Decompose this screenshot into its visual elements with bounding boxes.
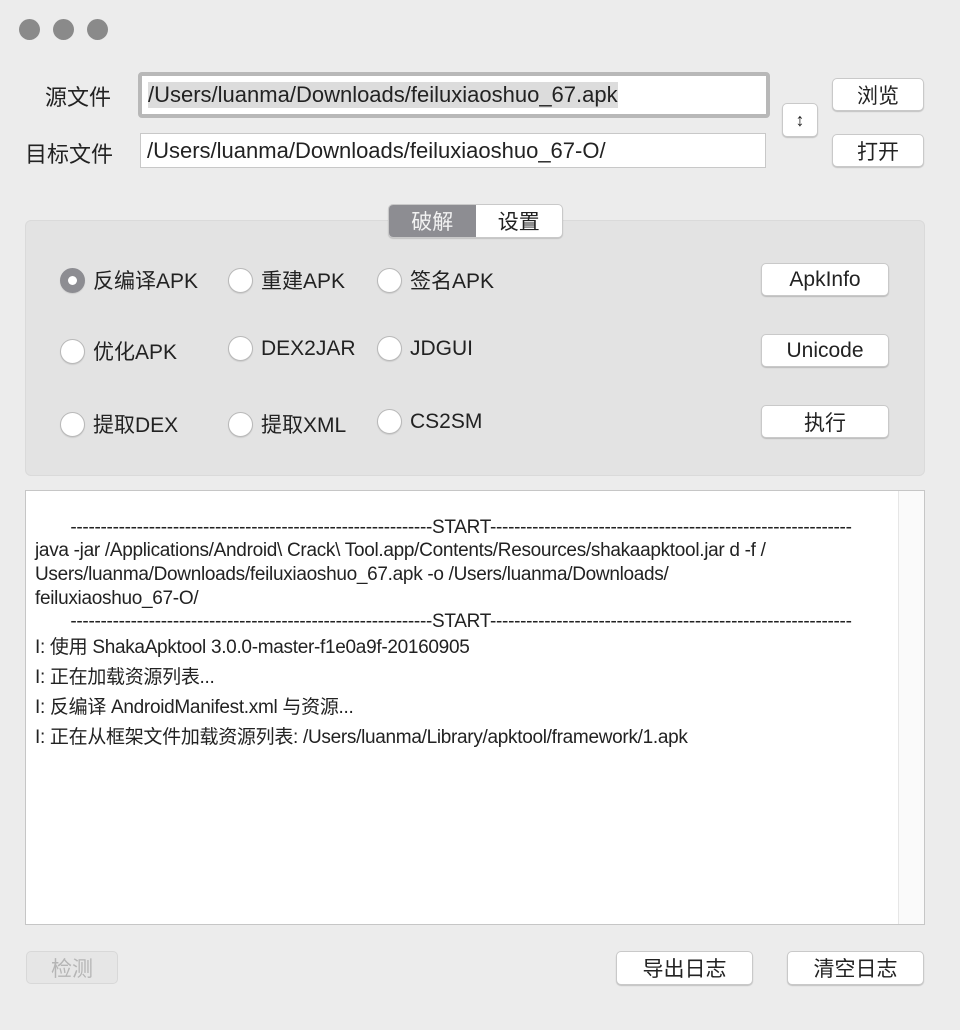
radio-icon (60, 338, 85, 364)
swap-button[interactable]: ↕ (782, 103, 818, 137)
source-input[interactable]: /Users/luanma/Downloads/feiluxiaoshuo_67… (138, 72, 770, 118)
minimize-button[interactable] (53, 19, 74, 40)
radio-icon (228, 336, 253, 361)
browse-button[interactable]: 浏览 (832, 78, 924, 111)
radio-icon (60, 267, 85, 293)
radio-sign[interactable]: 签名APK (377, 265, 494, 295)
radio-label: 提取DEX (93, 414, 179, 437)
radio-label: 优化APK (93, 341, 178, 364)
tab-settings[interactable]: 设置 (476, 205, 563, 237)
radio-icon (377, 409, 402, 434)
radio-icon (60, 411, 85, 437)
log-line: feiluxiaoshuo_67-O/ (35, 588, 199, 609)
target-value: /Users/luanma/Downloads/feiluxiaoshuo_67… (147, 137, 606, 163)
radio-jdgui[interactable]: JDGUI (377, 336, 473, 361)
radio-label: CS2SM (410, 409, 483, 433)
log-line: Users/luanma/Downloads/feiluxiaoshuo_67.… (35, 564, 669, 585)
target-label: 目标文件 (25, 142, 114, 167)
check-button[interactable]: 检测 (26, 951, 118, 984)
log-line: I: 反编译 AndroidManifest.xml 与资源... (35, 697, 354, 718)
log-line: I: 使用 ShakaApktool 3.0.0-master-f1e0a9f-… (35, 637, 470, 658)
radio-cs2sm[interactable]: CS2SM (377, 409, 482, 434)
close-button[interactable] (19, 19, 40, 40)
log-line: I: 正在加载资源列表... (35, 667, 215, 688)
radio-label: 签名APK (410, 270, 495, 293)
radio-label: DEX2JAR (261, 336, 356, 360)
radio-extract-dex[interactable]: 提取DEX (60, 409, 178, 439)
radio-extract-xml[interactable]: 提取XML (228, 409, 346, 439)
source-label: 源文件 (45, 85, 112, 110)
log-separator: ----------------------------------------… (70, 611, 852, 632)
source-value: /Users/luanma/Downloads/feiluxiaoshuo_67… (148, 82, 618, 108)
zoom-button[interactable] (87, 19, 108, 40)
radio-label: JDGUI (410, 336, 473, 360)
radio-label: 重建APK (261, 270, 346, 293)
log-textarea[interactable]: ----------------------------------------… (25, 490, 925, 925)
log-scrollbar[interactable] (898, 491, 924, 924)
log-line: java -jar /Applications/Android\ Crack\ … (35, 540, 766, 561)
radio-label: 提取XML (261, 414, 347, 437)
target-input[interactable]: /Users/luanma/Downloads/feiluxiaoshuo_67… (140, 133, 766, 168)
unicode-button[interactable]: Unicode (761, 334, 889, 367)
radio-icon (228, 411, 253, 437)
radio-dex2jar[interactable]: DEX2JAR (228, 336, 356, 361)
apkinfo-button[interactable]: ApkInfo (761, 263, 889, 296)
radio-label: 反编译APK (93, 270, 199, 293)
export-log-button[interactable]: 导出日志 (616, 951, 753, 985)
radio-icon (377, 267, 402, 293)
tab-crack[interactable]: 破解 (389, 205, 476, 237)
tab-bar: 破解 设置 (388, 204, 563, 238)
log-separator: ----------------------------------------… (70, 517, 852, 538)
radio-optimize[interactable]: 优化APK (60, 336, 177, 366)
clear-log-button[interactable]: 清空日志 (787, 951, 924, 985)
open-button[interactable]: 打开 (832, 134, 924, 167)
radio-icon (377, 336, 402, 361)
radio-icon (228, 267, 253, 293)
radio-rebuild[interactable]: 重建APK (228, 265, 345, 295)
log-line: I: 正在从框架文件加载资源列表: /Users/luanma/Library/… (35, 727, 688, 748)
radio-decompile[interactable]: 反编译APK (60, 265, 198, 295)
execute-button[interactable]: 执行 (761, 405, 889, 438)
